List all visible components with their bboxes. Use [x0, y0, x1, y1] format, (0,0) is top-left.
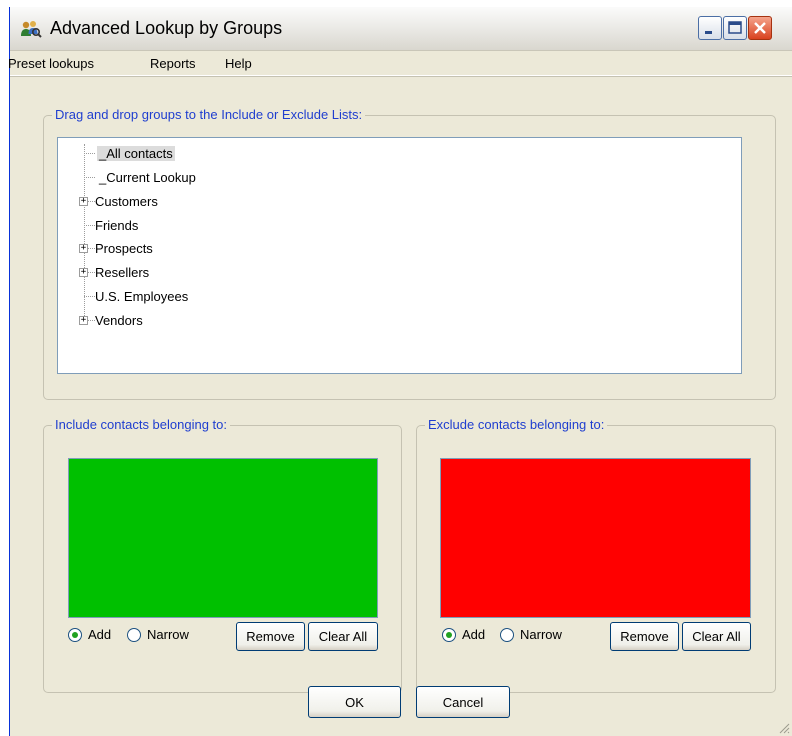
close-icon — [754, 22, 766, 34]
radio-selected-dot — [446, 632, 452, 638]
tree-node-label: Customers — [95, 194, 158, 209]
tree-node-vendors[interactable]: + Vendors — [58, 311, 358, 331]
menu-bar: Preset lookups Reports Help — [8, 51, 792, 76]
groups-legend: Drag and drop groups to the Include or E… — [52, 107, 366, 122]
expand-plus-icon[interactable]: + — [79, 316, 88, 325]
cancel-button[interactable]: Cancel — [416, 686, 510, 718]
tree-branch — [84, 177, 95, 178]
title-bar[interactable]: Advanced Lookup by Groups — [10, 7, 792, 51]
tree-node-label: Vendors — [95, 313, 143, 328]
expand-plus-icon[interactable]: + — [79, 244, 88, 253]
ok-button[interactable]: OK — [308, 686, 401, 718]
tree-node-all-contacts[interactable]: _All contacts — [58, 144, 358, 164]
expand-plus-icon[interactable]: + — [79, 197, 88, 206]
include-narrow-label: Narrow — [147, 627, 189, 642]
menu-help[interactable]: Help — [225, 56, 252, 71]
people-search-icon — [21, 21, 42, 38]
include-list[interactable] — [68, 458, 378, 618]
exclude-remove-button[interactable]: Remove — [610, 622, 679, 651]
exclude-add-label: Add — [462, 627, 486, 642]
tree-node-label: _Current Lookup — [99, 170, 196, 185]
tree-node-label: Friends — [95, 218, 139, 233]
exclude-narrow-label: Narrow — [520, 627, 562, 642]
tree-node-friends[interactable]: Friends — [58, 216, 358, 236]
groups-tree[interactable]: _All contacts _Current Lookup + Customer… — [57, 137, 742, 374]
expand-plus-icon[interactable]: + — [79, 268, 88, 277]
include-remove-button[interactable]: Remove — [236, 622, 305, 651]
menu-reports[interactable]: Reports — [150, 56, 196, 71]
exclude-list[interactable] — [440, 458, 751, 618]
exclude-add-radio[interactable] — [442, 628, 456, 642]
exclude-clear-all-button[interactable]: Clear All — [682, 622, 751, 651]
minimize-button[interactable] — [698, 16, 722, 40]
maximize-button[interactable] — [723, 16, 747, 40]
window-title: Advanced Lookup by Groups — [50, 18, 283, 38]
maximize-icon — [728, 21, 742, 34]
tree-node-label: Prospects — [95, 241, 153, 256]
tree-node-label: Resellers — [95, 265, 150, 280]
radio-selected-dot — [72, 632, 78, 638]
minimize-icon — [705, 31, 712, 34]
resize-grip-icon[interactable] — [778, 722, 790, 734]
tree-node-customers[interactable]: + Customers — [58, 192, 358, 212]
include-legend: Include contacts belonging to: — [52, 417, 231, 432]
include-narrow-radio[interactable] — [127, 628, 141, 642]
tree-node-label: U.S. Employees — [95, 289, 189, 304]
tree-node-prospects[interactable]: + Prospects — [58, 239, 358, 259]
tree-branch — [84, 153, 95, 154]
include-clear-all-button[interactable]: Clear All — [308, 622, 378, 651]
tree-node-label: _All contacts — [97, 146, 175, 161]
tree-node-us-employees[interactable]: U.S. Employees — [58, 287, 358, 307]
include-add-radio[interactable] — [68, 628, 82, 642]
menu-preset-lookups[interactable]: Preset lookups — [8, 56, 94, 71]
include-add-label: Add — [88, 627, 112, 642]
close-button[interactable] — [748, 16, 772, 40]
tree-node-resellers[interactable]: + Resellers — [58, 263, 358, 283]
tree-node-current-lookup[interactable]: _Current Lookup — [58, 168, 358, 188]
exclude-narrow-radio[interactable] — [500, 628, 514, 642]
exclude-legend: Exclude contacts belonging to: — [425, 417, 608, 432]
